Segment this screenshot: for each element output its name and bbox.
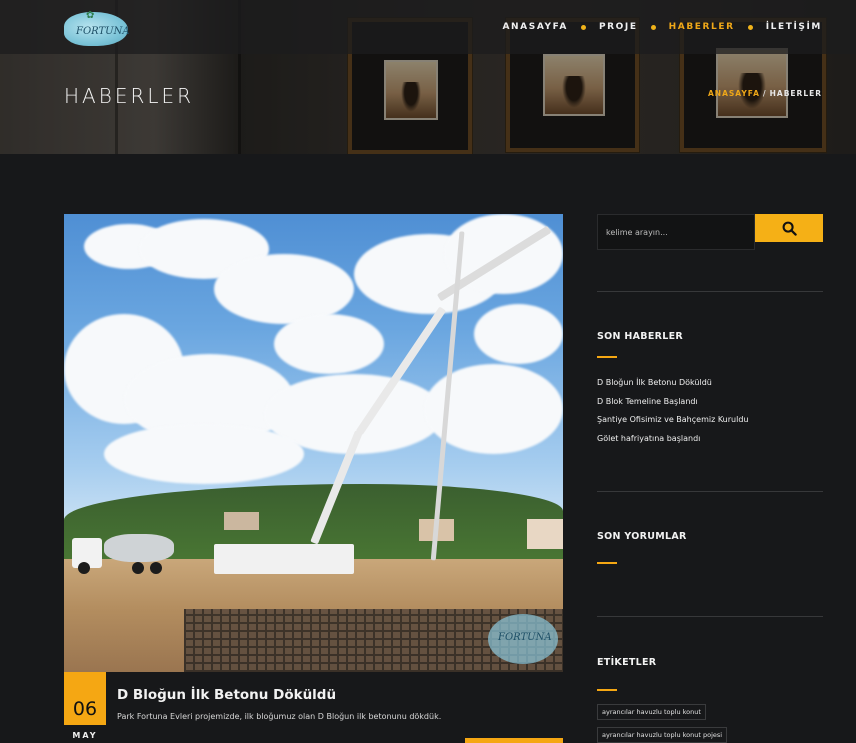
recent-post-link[interactable]: D Blok Temeline Başlandı [597, 396, 748, 415]
post-day: 06 [72, 698, 98, 720]
search-widget [597, 214, 823, 250]
breadcrumb-home-link[interactable]: ANASAYFA [708, 89, 760, 98]
sidebar-divider [597, 491, 823, 492]
title-accent-line [597, 562, 617, 564]
tag-link[interactable]: ayrancılar havuzlu toplu konut [597, 704, 706, 720]
read-more-button[interactable] [465, 738, 563, 743]
nav-item-anasayfa[interactable]: ANASAYFA [502, 22, 567, 32]
recent-post-link[interactable]: Gölet hafriyatına başlandı [597, 433, 748, 452]
post-featured-image[interactable]: FORTUNA [64, 214, 563, 672]
breadcrumb-current: HABERLER [769, 89, 822, 98]
page-title: HABERLER [64, 84, 195, 108]
title-accent-line [597, 689, 617, 691]
news-post-card: FORTUNA 06 MAY D Bloğun İlk Betonu Dökül… [64, 214, 563, 743]
post-title[interactable]: D Bloğun İlk Betonu Döküldü [117, 687, 336, 703]
tag-link[interactable]: ayrancılar havuzlu toplu konut pojesi [597, 727, 728, 743]
nav-item-proje[interactable]: PROJE [599, 22, 638, 32]
search-icon [782, 221, 797, 236]
recent-posts-title: SON HABERLER [597, 331, 683, 342]
search-input[interactable] [597, 214, 755, 250]
title-accent-line [597, 356, 617, 358]
nav-item-haberler[interactable]: HABERLER [669, 22, 735, 32]
watermark-text: FORTUNA [498, 632, 552, 643]
breadcrumb: ANASAYFA / HABERLER [708, 89, 822, 98]
sidebar-divider [597, 616, 823, 617]
flower-icon: ✿ [86, 10, 95, 21]
post-excerpt: Park Fortuna Evleri projemizde, ilk bloğ… [117, 712, 442, 721]
tags-title: ETİKETLER [597, 657, 657, 668]
sidebar-divider [597, 291, 823, 292]
nav-separator-dot [650, 24, 656, 30]
nav-item-iletisim[interactable]: İLETİŞİM [766, 22, 822, 32]
site-logo[interactable]: ✿ FORTUNA [64, 6, 130, 50]
main-nav: ANASAYFA PROJE HABERLER İLETİŞİM [502, 22, 822, 32]
recent-post-link[interactable]: D Bloğun İlk Betonu Döküldü [597, 377, 748, 396]
recent-comments-title: SON YORUMLAR [597, 531, 687, 542]
recent-post-link[interactable]: Şantiye Ofisimiz ve Bahçemiz Kuruldu [597, 414, 748, 433]
nav-separator-dot [580, 24, 586, 30]
recent-posts-list: D Bloğun İlk Betonu Döküldü D Blok Temel… [597, 377, 748, 451]
post-date-badge: 06 [64, 672, 106, 725]
post-month: MAY [72, 731, 98, 740]
search-button[interactable] [755, 214, 823, 242]
logo-watermark: FORTUNA [488, 614, 558, 664]
page-hero: ✿ FORTUNA ANASAYFA PROJE HABERLER İLETİŞ… [0, 0, 856, 154]
breadcrumb-separator: / [762, 89, 767, 98]
logo-text: FORTUNA [76, 26, 130, 37]
nav-separator-dot [747, 24, 753, 30]
